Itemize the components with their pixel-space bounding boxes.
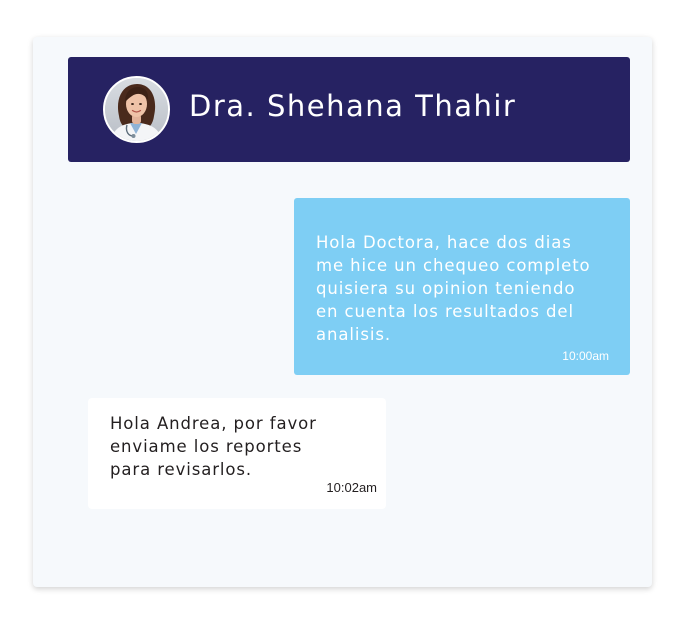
message-timestamp: 10:00am: [562, 349, 609, 363]
doctor-avatar[interactable]: [103, 76, 170, 143]
outgoing-message[interactable]: Hola Doctora, hace dos dias me hice un c…: [294, 198, 630, 375]
message-text: Hola Doctora, hace dos dias me hice un c…: [316, 233, 591, 344]
message-text: Hola Andrea, por favor enviame los repor…: [110, 414, 317, 479]
incoming-message[interactable]: Hola Andrea, por favor enviame los repor…: [88, 398, 386, 509]
doctor-avatar-icon: [105, 78, 168, 141]
chat-header: Dra. Shehana Thahir: [68, 57, 630, 162]
message-timestamp: 10:02am: [326, 480, 377, 495]
doctor-name: Dra. Shehana Thahir: [189, 89, 517, 123]
